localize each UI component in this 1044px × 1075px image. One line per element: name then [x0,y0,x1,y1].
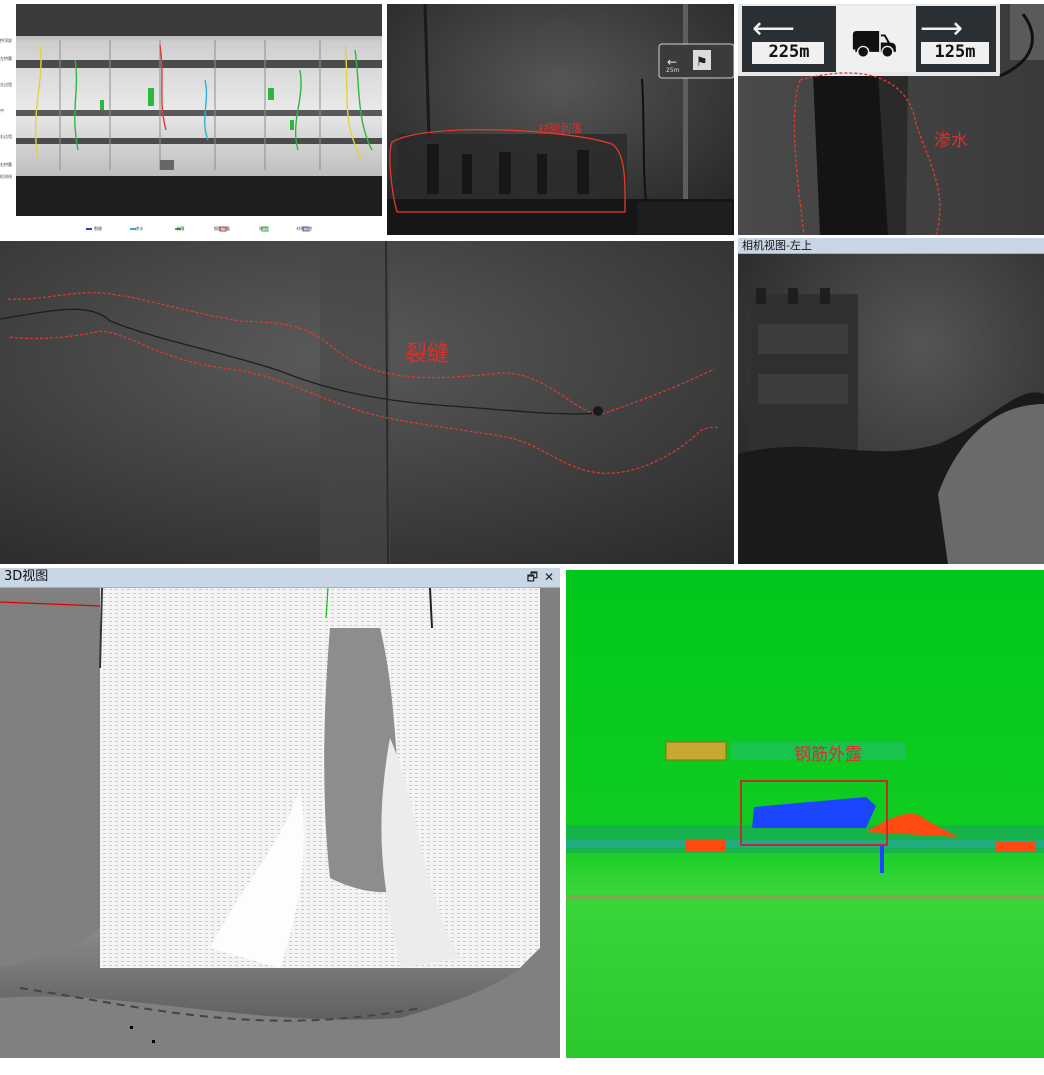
crack-photo [0,241,734,564]
heatmap-panel: 钢筋外露 [566,570,1044,1058]
svg-text:⚑: ⚑ [696,55,708,70]
scan-strip-image [16,4,382,232]
3d-view-title: 3D视图 [4,569,49,584]
svg-text:⟶: ⟶ [920,11,963,46]
3d-view-titlebar: 3D视图 🗗 ✕ [0,568,560,588]
svg-text:⛟: ⛟ [850,21,898,65]
legend-item: 钢筋外露 [213,226,230,231]
seepage-label: 渗水 [934,131,968,151]
seepage-photo: ⟵ ⟶ ⛟ [738,4,1044,235]
legend-item: 裂缝 [94,226,102,231]
3d-view-panel: 3D视图 🗗 ✕ [0,568,560,1058]
row-label: 检测线 [0,174,12,179]
close-icon[interactable]: ✕ [544,568,554,586]
exit-sign-distance: 25m [666,67,680,74]
crack-label: 裂缝 [405,342,450,367]
rebar-exposed-label: 钢筋外露 [794,745,862,765]
spalling-photo-panel: ← ⚑ 衬砌剥落 25m [387,4,734,235]
legend-item: 剥落 [176,226,185,231]
crack-photo-panel: 裂缝 [0,241,734,564]
row-label: 中 [0,108,4,113]
legend-item: 掉块 [259,226,268,231]
exit-sign-right-distance: 125m [934,42,976,62]
legend-item: 渗水 [135,226,144,231]
scan-strip-panel: 拱顶部 左拱腰 左边墙 中 右边墙 右拱腰 检测线 裂缝 渗水 剥落 钢筋外露 … [0,0,384,237]
heatmap-image [566,570,1044,1058]
camera-view-title: 相机视图-左上 [742,239,812,252]
exit-sign-left-distance: 225m [768,42,810,62]
row-label: 左边墙 [0,82,12,87]
row-label: 右拱腰 [0,162,12,167]
scan-legend: 裂缝 渗水 剥落 钢筋外露 掉块 衬砌脱空 [94,226,312,232]
3d-point-cloud [0,588,540,1043]
row-label: 拱顶部 [0,38,12,43]
row-label: 右边墙 [0,134,12,139]
spalling-label: 衬砌剥落 [538,122,582,135]
legend-item: 衬砌脱空 [296,226,313,231]
seepage-photo-panel: ⟵ ⟶ ⛟ 225m 125m 渗水 [738,4,1044,235]
camera-view-panel: 相机视图-左上 [738,238,1044,564]
camera-view-image [738,254,1044,564]
scan-row-labels: 拱顶部 左拱腰 左边墙 中 右边墙 右拱腰 检测线 [0,38,16,179]
row-label: 左拱腰 [0,56,12,61]
restore-icon[interactable]: 🗗 [527,568,538,586]
svg-text:⟵: ⟵ [752,11,795,46]
camera-view-titlebar: 相机视图-左上 [738,238,1044,254]
